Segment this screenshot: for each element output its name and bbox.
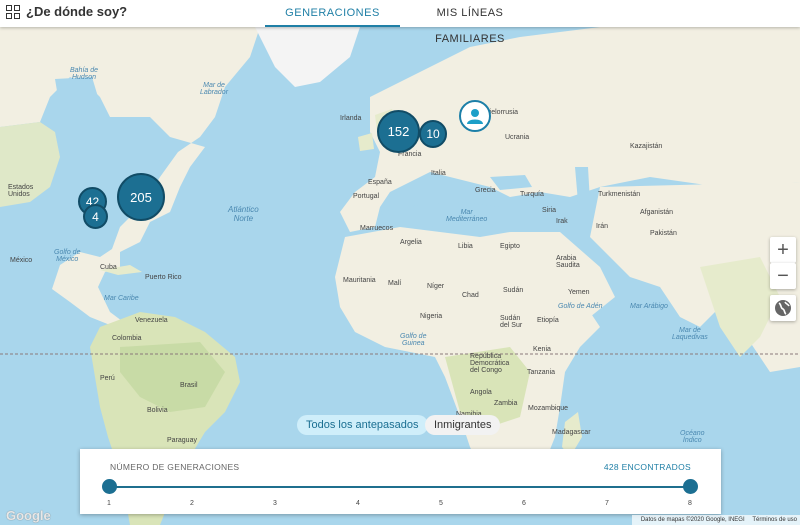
cluster-marker[interactable]: 152: [377, 110, 420, 153]
label-tanzania: Tanzania: [527, 369, 556, 376]
app-header: ¿De dónde soy? GENERACIONES MIS LÍNEAS F…: [0, 0, 800, 45]
results-count: 428 ENCONTRADOS: [603, 462, 691, 472]
globe-button[interactable]: [770, 295, 796, 321]
label-atlantico-norte: Atlántico Norte: [228, 205, 259, 223]
label-mar-de-labrador: Mar de Labrador: [200, 82, 229, 96]
label-turkmenistan: Turkmenistán: [598, 191, 641, 198]
label-etiopia: Etiopía: [537, 317, 559, 324]
person-icon: [467, 109, 483, 124]
tick-label: 5: [439, 500, 443, 507]
label-pakistan: Pakistán: [650, 230, 677, 237]
tick-label: 8: [688, 500, 692, 507]
label-niger: Níger: [427, 283, 445, 290]
slider-min-handle[interactable]: [102, 479, 117, 494]
map-attribution: Datos de mapas ©2020 Google, INEGI Térmi…: [631, 515, 800, 525]
label-estados-unidos: Estados Unidos: [8, 184, 34, 198]
generations-slider-track[interactable]: [109, 486, 691, 488]
label-siria: Siria: [542, 207, 557, 214]
label-madagascar: Madagascar: [552, 429, 591, 436]
label-golfo-de-aden: Golfo de Adén: [558, 303, 603, 310]
tab-mis-lineas-familiares[interactable]: MIS LÍNEAS FAMILIARES: [400, 0, 540, 45]
label-afganistan: Afganistán: [640, 209, 674, 216]
cluster-marker[interactable]: 205: [117, 173, 165, 221]
label-paraguay: Paraguay: [167, 437, 197, 444]
label-rep-congo: República Democrática del Congo: [470, 353, 510, 374]
label-chad: Chad: [462, 292, 479, 299]
label-sudan-del-sur: Sudán del Sur: [500, 315, 523, 329]
cluster-marker[interactable]: 4: [83, 204, 108, 229]
zoom-out-button[interactable]: −: [770, 263, 796, 289]
label-irak: Irak: [556, 218, 568, 225]
label-espana: España: [368, 179, 392, 186]
label-bolivia: Bolivia: [147, 407, 168, 414]
tick-label: 6: [522, 500, 526, 507]
page-title: ¿De dónde soy?: [26, 4, 128, 19]
label-mexico: México: [10, 257, 33, 264]
tick-label: 1: [107, 500, 111, 507]
label-argelia: Argelia: [400, 239, 422, 246]
tick-label: 7: [605, 500, 609, 507]
cluster-marker[interactable]: 10: [419, 120, 447, 148]
label-mozambique: Mozambique: [528, 405, 569, 412]
label-mali: Malí: [388, 280, 402, 287]
label-mauritania: Mauritania: [343, 277, 376, 284]
globe-icon: [775, 300, 791, 316]
label-brasil: Brasil: [180, 382, 198, 389]
label-turquia: Turquía: [520, 191, 544, 198]
label-marruecos: Marruecos: [360, 225, 394, 232]
google-logo: Google: [6, 508, 51, 523]
label-irlanda: Irlanda: [340, 115, 362, 122]
label-mar-arabigo: Mar Arábigo: [630, 303, 668, 310]
label-libia: Libia: [458, 243, 473, 250]
tick-label: 4: [356, 500, 360, 507]
slider-max-handle[interactable]: [683, 479, 698, 494]
label-mar-mediterraneo: Mar Mediterráneo: [446, 209, 488, 223]
label-italia: Italia: [431, 170, 446, 177]
label-angola: Angola: [470, 389, 492, 396]
label-venezuela: Venezuela: [135, 317, 168, 324]
label-portugal: Portugal: [353, 193, 380, 200]
label-peru: Perú: [100, 375, 115, 382]
label-ucrania: Ucrania: [505, 134, 530, 141]
tick-label: 2: [190, 500, 194, 507]
label-yemen: Yemen: [568, 289, 590, 296]
app-title-area: ¿De dónde soy?: [6, 4, 127, 19]
label-egipto: Egipto: [500, 243, 520, 250]
filter-todos-los-antepasados[interactable]: Todos los antepasados: [297, 415, 428, 435]
label-cuba: Cuba: [100, 264, 117, 271]
label-oceano-indico: Océano Índico: [680, 430, 705, 444]
label-golfo-de-mexico: Golfo de México: [54, 249, 81, 263]
generations-label: NÚMERO DE GENERACIONES: [110, 462, 240, 472]
generations-panel: NÚMERO DE GENERACIONES 428 ENCONTRADOS 1…: [80, 449, 721, 514]
label-zambia: Zambia: [494, 400, 518, 407]
label-iran: Irán: [596, 223, 609, 230]
label-nigeria: Nigeria: [420, 313, 443, 320]
label-grecia: Grecia: [475, 187, 496, 194]
label-mar-caribe: Mar Caribe: [104, 295, 139, 302]
label-sudan: Sudán: [503, 287, 524, 294]
label-puerto-rico: Puerto Rico: [145, 274, 182, 281]
zoom-in-button[interactable]: +: [770, 237, 796, 263]
apps-grid-icon[interactable]: [6, 4, 20, 19]
label-golfo-de-guinea: Golfo de Guinea: [400, 333, 427, 347]
label-colombia: Colombia: [112, 335, 142, 342]
label-mar-de-laquedivas: Mar de Laquedivas: [672, 327, 708, 341]
label-bahia-de-hudson: Bahía de Hudson: [70, 67, 99, 81]
tick-label: 3: [273, 500, 277, 507]
tab-generaciones[interactable]: GENERACIONES: [265, 0, 400, 27]
filter-inmigrantes[interactable]: Inmigrantes: [425, 415, 501, 435]
person-marker[interactable]: [459, 100, 491, 132]
label-kazajistan: Kazajistán: [630, 143, 663, 150]
terms-link[interactable]: Términos de uso: [752, 517, 797, 523]
label-arabia-saudita: Arabia Saudita: [556, 255, 580, 269]
attribution-text: Datos de mapas ©2020 Google, INEGI: [640, 517, 745, 523]
label-kenia: Kenia: [533, 346, 551, 353]
